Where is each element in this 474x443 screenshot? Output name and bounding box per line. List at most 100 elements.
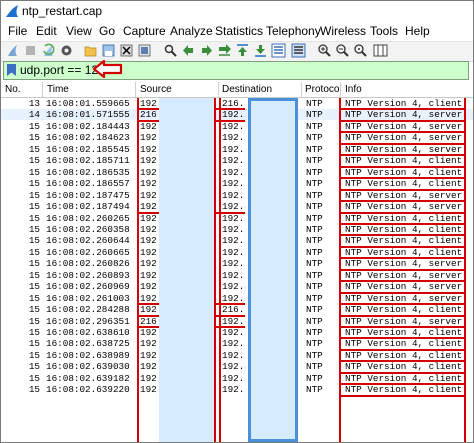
table-row[interactable]: 15 16:08:02.185545 192. 192. NTP NTP Version … — [1, 144, 473, 155]
table-row[interactable]: 15 16:08:02.260644 192. 192. NTP NTP Version … — [1, 235, 473, 246]
go-last-icon[interactable] — [253, 43, 268, 58]
bookmark-icon[interactable] — [6, 63, 17, 77]
table-row[interactable]: 15 16:08:02.260265 192. 192. NTP NTP Version … — [1, 213, 473, 224]
packet-protocol: NTP — [306, 109, 323, 121]
table-row[interactable]: 15 16:08:02.260826 192. 192. NTP NTP Version … — [1, 258, 473, 269]
menu-tools[interactable]: Tools — [370, 24, 398, 38]
wireshark-window: ntp_restart.cap File Edit View Go Captur… — [0, 0, 474, 443]
packet-number: 15 — [28, 258, 40, 270]
packet-source: 216. — [140, 315, 163, 327]
packet-number: 15 — [28, 132, 40, 144]
go-to-packet-icon[interactable] — [217, 43, 232, 58]
table-row[interactable]: 15 16:08:02.260665 192. 192. NTP NTP Version … — [1, 247, 473, 258]
normal-size-icon[interactable] — [353, 43, 368, 58]
packet-protocol: NTP — [306, 292, 323, 304]
packet-info: NTP Version 4, client — [345, 384, 463, 396]
zoom-in-icon[interactable] — [317, 43, 332, 58]
table-row[interactable]: 15 16:08:02.296351 216. 192. NTP NTP Version … — [1, 316, 473, 327]
menu-help[interactable]: Help — [405, 24, 430, 38]
packet-protocol: NTP — [306, 269, 323, 281]
table-row[interactable]: 15 16:08:02.260893 192. 192. NTP NTP Version … — [1, 270, 473, 281]
table-row[interactable]: 15 16:08:02.185711 192. 192. NTP NTP Version … — [1, 155, 473, 166]
table-row[interactable]: 15 16:08:02.638610 192. 192. NTP NTP Version … — [1, 327, 473, 338]
table-row[interactable]: 15 16:08:02.187475 192. 192. NTP NTP Version … — [1, 190, 473, 201]
table-row[interactable]: 15 16:08:02.186535 192. 192. NTP NTP Version … — [1, 167, 473, 178]
table-row[interactable]: 15 16:08:02.187494 192. 192. NTP NTP Version … — [1, 201, 473, 212]
table-row[interactable]: 15 16:08:02.260969 192. 192. NTP NTP Version … — [1, 281, 473, 292]
packet-info: NTP Version 4, client — [345, 155, 463, 167]
menu-go[interactable]: Go — [99, 24, 115, 38]
table-row[interactable]: 15 16:08:02.638989 192. 192. NTP NTP Version … — [1, 350, 473, 361]
menu-telephony[interactable]: Telephony — [266, 24, 321, 38]
packet-time: 16:08:02.260826 — [46, 258, 130, 270]
table-row[interactable]: 14 16:08:01.571555 216. 192. NTP NTP Version … — [1, 109, 473, 121]
column-header-destination[interactable]: Destination — [222, 84, 272, 95]
packet-time: 16:08:02.638610 — [46, 327, 130, 338]
menu-wireless[interactable]: Wireless — [320, 24, 366, 38]
packet-source: 192. — [140, 223, 163, 235]
column-header-no[interactable]: No. — [5, 84, 21, 95]
menu-capture[interactable]: Capture — [123, 24, 166, 38]
packet-destination: 192. — [222, 235, 245, 247]
packet-destination: 192. — [222, 109, 245, 121]
restart-capture-icon[interactable] — [41, 43, 56, 58]
packet-source: 192. — [140, 166, 163, 178]
display-filter-input[interactable] — [20, 62, 460, 78]
menu-file[interactable]: File — [8, 24, 27, 38]
resize-columns-icon[interactable] — [373, 43, 388, 58]
menu-view[interactable]: View — [66, 24, 92, 38]
table-row[interactable]: 15 16:08:02.638725 192. 192. NTP NTP Version … — [1, 338, 473, 349]
packet-info: NTP Version 4, client — [345, 98, 463, 109]
table-row[interactable]: 15 16:08:02.639220 192. 192. NTP NTP Version … — [1, 384, 473, 395]
close-file-icon[interactable] — [119, 43, 134, 58]
packet-info: NTP Version 4, client — [345, 361, 463, 373]
menu-edit[interactable]: Edit — [36, 24, 57, 38]
save-file-icon[interactable] — [101, 43, 116, 58]
go-forward-icon[interactable] — [199, 43, 214, 58]
table-row[interactable]: 15 16:08:02.186557 192. 192. NTP NTP Version … — [1, 178, 473, 189]
table-row[interactable]: 15 16:08:02.260358 192. 192. NTP NTP Version … — [1, 224, 473, 235]
packet-source: 192. — [140, 361, 163, 373]
packet-source: 192. — [140, 189, 163, 201]
packet-destination: 192. — [222, 338, 245, 350]
zoom-out-icon[interactable] — [335, 43, 350, 58]
packet-protocol: NTP — [306, 189, 323, 201]
menu-analyze[interactable]: Analyze — [170, 24, 213, 38]
open-file-icon[interactable] — [83, 43, 98, 58]
menu-statistics[interactable]: Statistics — [215, 24, 263, 38]
packet-destination: 192. — [222, 372, 245, 384]
stop-capture-icon[interactable] — [23, 43, 38, 58]
packet-protocol: NTP — [306, 361, 323, 373]
packet-protocol: NTP — [306, 143, 323, 155]
find-packet-icon[interactable] — [163, 43, 178, 58]
table-row[interactable]: 15 16:08:02.639030 192. 192. NTP NTP Version … — [1, 361, 473, 372]
packet-info: NTP Version 4, client — [345, 304, 463, 316]
packet-time: 16:08:02.639030 — [46, 361, 130, 373]
packet-protocol: NTP — [306, 338, 323, 350]
go-first-icon[interactable] — [235, 43, 250, 58]
reload-file-icon[interactable] — [137, 43, 152, 58]
packet-time: 16:08:02.638725 — [46, 338, 130, 350]
table-row[interactable]: 15 16:08:02.639182 192. 192. NTP NTP Version … — [1, 373, 473, 384]
packet-protocol: NTP — [306, 315, 323, 327]
packet-time: 16:08:02.184443 — [46, 120, 130, 132]
colorize-icon[interactable] — [291, 43, 306, 58]
table-row[interactable]: 15 16:08:02.284288 192. 216. NTP NTP Version … — [1, 304, 473, 315]
packet-source: 192. — [140, 120, 163, 132]
column-header-info[interactable]: Info — [345, 84, 362, 95]
table-row[interactable]: 13 16:08:01.559665 192. 216. NTP NTP Version … — [1, 98, 473, 109]
packet-number: 15 — [28, 327, 40, 338]
column-header-source[interactable]: Source — [140, 84, 172, 95]
capture-options-icon[interactable] — [59, 43, 74, 58]
table-row[interactable]: 15 16:08:02.261003 192. 192. NTP NTP Version … — [1, 293, 473, 304]
start-capture-icon[interactable] — [5, 43, 20, 58]
column-header-time[interactable]: Time — [47, 84, 69, 95]
autoscroll-icon[interactable] — [271, 43, 286, 58]
packet-number: 15 — [28, 223, 40, 235]
table-row[interactable]: 15 16:08:02.184443 192. 192. NTP NTP Version … — [1, 121, 473, 132]
packet-number: 15 — [28, 212, 40, 224]
table-row[interactable]: 15 16:08:02.184623 192. 192. NTP NTP Version … — [1, 132, 473, 143]
go-back-icon[interactable] — [181, 43, 196, 58]
column-header-protocol[interactable]: Protocol — [305, 84, 342, 95]
packet-source: 192. — [140, 384, 163, 396]
